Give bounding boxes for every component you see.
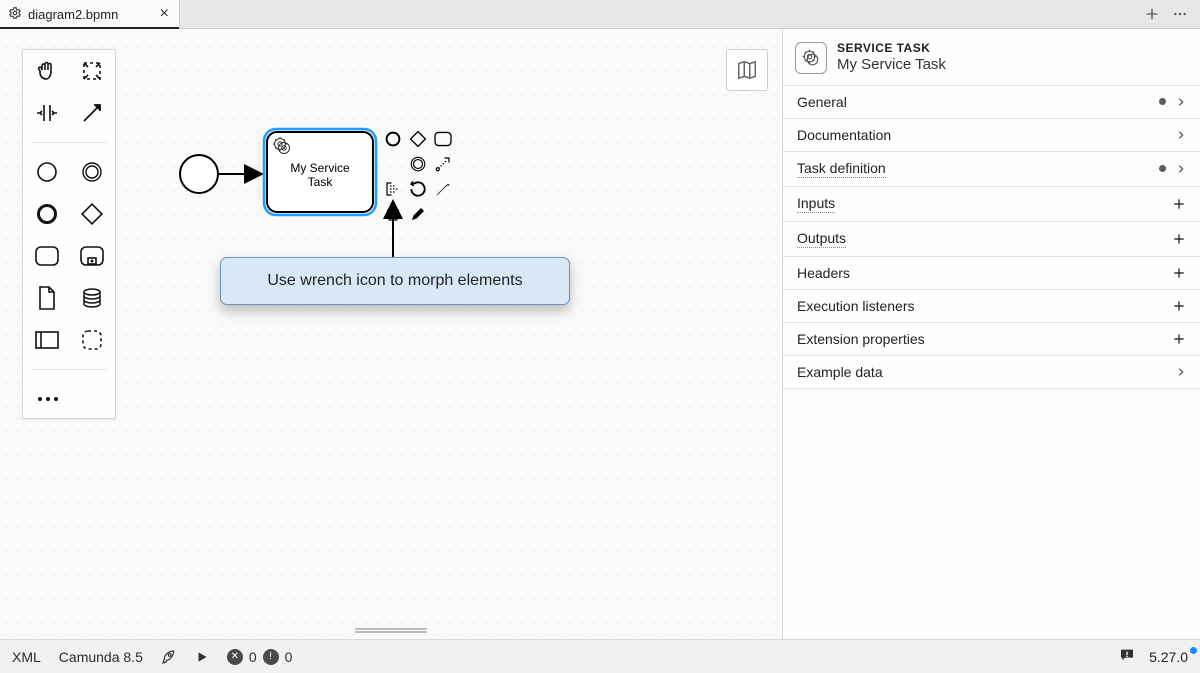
plus-icon[interactable] — [1172, 332, 1186, 346]
new-tab-button[interactable] — [1142, 4, 1162, 24]
props-element-name: My Service Task — [837, 56, 946, 75]
plus-icon[interactable] — [1172, 266, 1186, 280]
task-label-2: Task — [308, 175, 334, 189]
status-deploy[interactable] — [161, 649, 177, 665]
props-type-label: SERVICE TASK — [837, 41, 946, 56]
tab-bar: diagram2.bpmn × — [0, 0, 1200, 29]
props-section-task-definition[interactable]: Task definition — [783, 152, 1200, 187]
cp-change-type[interactable] — [432, 178, 454, 200]
context-pad — [382, 128, 470, 225]
cp-append-intermediate[interactable] — [407, 153, 429, 175]
hint-tooltip: Use wrench icon to morph elements — [220, 257, 570, 305]
props-section-headers[interactable]: Headers — [783, 257, 1200, 290]
status-version[interactable]: 5.27.0 — [1149, 649, 1188, 665]
props-header: SERVICE TASK My Service Task — [783, 29, 1200, 86]
props-section-inputs[interactable]: Inputs — [783, 187, 1200, 222]
status-warning-count: 0 — [285, 649, 293, 665]
cp-attach-boundary[interactable] — [407, 178, 429, 200]
status-problems[interactable]: ✕ 0 ! 0 — [227, 649, 293, 665]
props-section-example-data[interactable]: Example data — [783, 356, 1200, 389]
cp-append-task[interactable] — [432, 128, 454, 150]
chevron-right-icon[interactable] — [1176, 365, 1186, 379]
edited-indicator-dot — [1159, 165, 1166, 172]
status-run[interactable] — [195, 650, 209, 664]
cp-connect[interactable] — [432, 153, 454, 175]
feedback-button[interactable] — [1119, 647, 1135, 666]
props-section-label: General — [797, 94, 847, 110]
status-bar: XML Camunda 8.5 ✕ 0 ! 0 5.27.0 — [0, 639, 1200, 673]
cp-delete[interactable] — [382, 203, 404, 225]
status-error-count: 0 — [249, 649, 257, 665]
start-event[interactable] — [180, 155, 218, 193]
props-section-label: Extension properties — [797, 331, 925, 347]
canvas[interactable]: My Service Task Use wrench icon to morph… — [0, 29, 782, 639]
props-section-outputs[interactable]: Outputs — [783, 222, 1200, 257]
props-section-label: Documentation — [797, 127, 891, 143]
tab-title: diagram2.bpmn — [28, 7, 118, 22]
error-icon: ✕ — [227, 649, 243, 665]
props-section-label: Headers — [797, 265, 850, 281]
props-section-general[interactable]: General — [783, 86, 1200, 119]
props-section-label: Execution listeners — [797, 298, 915, 314]
props-section-extension-properties[interactable]: Extension properties — [783, 323, 1200, 356]
bottom-resizer[interactable] — [355, 627, 427, 635]
plus-icon[interactable] — [1172, 232, 1186, 246]
chevron-right-icon[interactable] — [1176, 95, 1186, 109]
gear-icon — [8, 6, 22, 23]
props-section-label: Outputs — [797, 230, 846, 248]
status-platform[interactable]: Camunda 8.5 — [59, 649, 143, 665]
close-icon[interactable]: × — [160, 6, 169, 22]
props-section-list: General Documentation Task definition Input… — [783, 86, 1200, 389]
service-task-icon — [795, 42, 827, 74]
props-section-label: Task definition — [797, 160, 886, 178]
props-section-label: Example data — [797, 364, 883, 380]
edited-indicator-dot — [1159, 98, 1166, 105]
props-section-documentation[interactable]: Documentation — [783, 119, 1200, 152]
tab-diagram[interactable]: diagram2.bpmn × — [0, 0, 180, 28]
cp-text-annotation[interactable] — [382, 178, 404, 200]
status-xml-toggle[interactable]: XML — [12, 649, 41, 665]
chevron-right-icon[interactable] — [1176, 128, 1186, 142]
cp-color[interactable] — [407, 203, 429, 225]
props-section-execution-listeners[interactable]: Execution listeners — [783, 290, 1200, 323]
plus-icon[interactable] — [1172, 197, 1186, 211]
update-indicator-dot — [1190, 647, 1197, 654]
properties-panel: SERVICE TASK My Service Task General Docu… — [782, 29, 1200, 639]
plus-icon[interactable] — [1172, 299, 1186, 313]
tab-menu-button[interactable] — [1170, 4, 1190, 24]
workspace: My Service Task Use wrench icon to morph… — [0, 29, 1200, 639]
warning-icon: ! — [263, 649, 279, 665]
props-section-label: Inputs — [797, 195, 835, 213]
service-task[interactable]: My Service Task — [264, 129, 376, 215]
chevron-right-icon[interactable] — [1176, 162, 1186, 176]
cp-append-end-event[interactable] — [382, 128, 404, 150]
cp-append-gateway[interactable] — [407, 128, 429, 150]
task-label-1: My Service — [290, 161, 350, 175]
diagram-svg: My Service Task — [0, 29, 782, 639]
